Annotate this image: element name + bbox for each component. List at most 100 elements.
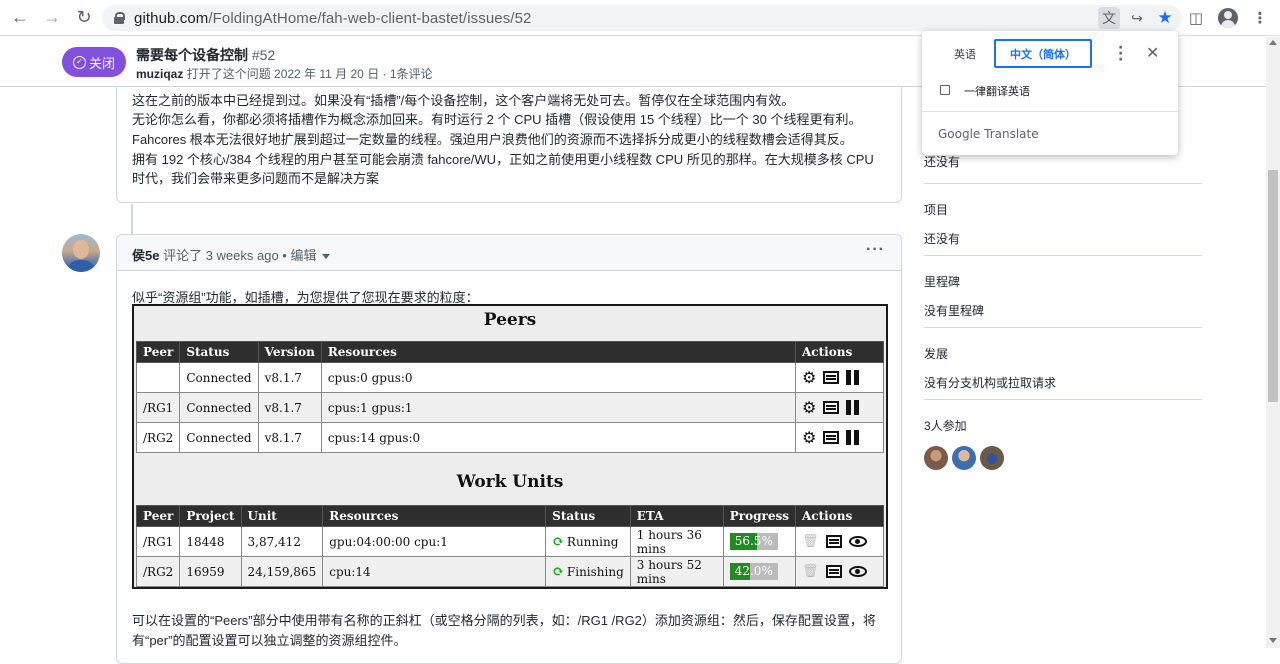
resources-cell: gpu:04:00:00 cpu:1 [322, 526, 547, 557]
wu-header: Status [545, 505, 631, 527]
lock-icon[interactable] [114, 12, 125, 24]
scroll-up-icon[interactable] [1269, 40, 1277, 45]
always-translate-checkbox[interactable] [940, 85, 950, 95]
eye-icon[interactable] [848, 566, 867, 577]
divider [924, 255, 1202, 256]
reload-icon[interactable]: ↻ [72, 6, 96, 30]
table-row: /RG1 18448 3,87,412 gpu:04:00:00 cpu:1 ⟳… [135, 526, 884, 557]
development-heading[interactable]: 发展 [924, 345, 1202, 362]
comment-header: 侯5e 评论了 3 weeks ago • 编辑 ··· [117, 235, 901, 271]
google-translate-logo: Google Translate [938, 127, 1039, 141]
peers-title: Peers [483, 310, 537, 330]
translate-icon[interactable]: 文 [1098, 7, 1120, 29]
eta-cell: 3 hours 52 mins [629, 556, 724, 587]
comment-author[interactable]: 侯5e [132, 248, 159, 263]
gear-icon[interactable]: ⚙ [802, 429, 816, 446]
peer-cell: /RG2 [135, 422, 181, 453]
pause-icon[interactable] [846, 430, 860, 445]
tab-target-language[interactable]: 中文（简体） [994, 39, 1092, 68]
log-icon[interactable] [825, 565, 842, 578]
participant-avatar[interactable] [952, 446, 976, 470]
wu-header: Progress [722, 505, 797, 527]
refresh-icon: ⟳ [552, 533, 564, 550]
peers-header: Status [179, 341, 259, 363]
side-panel-icon[interactable]: ◫ [1186, 7, 1206, 29]
scroll-down-icon[interactable] [1269, 638, 1277, 643]
url-text[interactable]: github.com/FoldingAtHome/fah-web-client-… [134, 10, 531, 27]
actions-cell: ⚙ [795, 362, 884, 393]
status-cell: Connected [179, 362, 259, 393]
actions-cell: ⚙ [795, 392, 884, 423]
wu-header: Project [179, 505, 242, 527]
pause-icon[interactable] [846, 400, 860, 415]
forward-icon[interactable]: → [40, 6, 64, 30]
bookmark-star-icon[interactable]: ★ [1154, 7, 1176, 29]
pause-icon[interactable] [846, 370, 860, 385]
peers-header: Actions [795, 341, 884, 363]
milestone-value: 没有里程碑 [924, 304, 985, 318]
log-icon[interactable] [823, 431, 840, 444]
chevron-down-icon[interactable] [322, 254, 331, 260]
comment-outro: 可以在设置的“Peers”部分中使用带有名称的正斜杠（或空格分隔的列表，如：/R… [132, 613, 876, 648]
refresh-icon: ⟳ [552, 563, 564, 580]
issue-author[interactable]: muziqaz [136, 67, 183, 81]
peer-cell [135, 362, 181, 393]
progress-cell: 42.0% [722, 556, 797, 587]
gear-icon[interactable]: ⚙ [802, 399, 816, 416]
first-comment-body: 这在之前的版本中已经提到过。如果没有“插槽”/每个设备控制，这个客户端将无处可去… [116, 87, 902, 203]
log-icon[interactable] [823, 401, 840, 414]
participant-avatar[interactable] [980, 446, 1004, 470]
address-bar[interactable]: github.com/FoldingAtHome/fah-web-client-… [102, 5, 1182, 31]
menu-kebab-icon[interactable]: ⋮ [1250, 7, 1270, 29]
peers-header: Peer [135, 341, 181, 363]
log-icon[interactable] [825, 535, 842, 548]
issue-meta: muziqaz 打开了这个问题 2022 年 11 月 20 日 · 1条评论 [136, 67, 433, 81]
table-row: /RG2 16959 24,159,865 cpu:14 ⟳ Finishing … [135, 556, 884, 587]
issue-state-badge: ✓ 关闭 [62, 47, 126, 77]
wu-header: ETA [629, 505, 724, 527]
work-units-title: Work Units [456, 472, 564, 492]
participant-avatar[interactable] [924, 446, 948, 470]
version-cell: v8.1.7 [257, 422, 322, 453]
comment-line: Fahcores 根本无法很好地扩展到超过一定数量的线程。强迫用户浪费他们的资源… [132, 132, 853, 147]
unit-cell: 3,87,412 [240, 526, 324, 557]
gear-icon[interactable]: ⚙ [802, 369, 816, 386]
comment-line: 这在之前的版本中已经提到过。如果没有“插槽”/每个设备控制，这个客户端将无处可去… [132, 93, 795, 108]
resources-cell: cpus:0 gpus:0 [320, 362, 797, 393]
timeline-line [131, 204, 133, 234]
milestone-heading[interactable]: 里程碑 [924, 273, 1202, 290]
comment-line: 无论你怎么看，你都必须将插槽作为概念添加回来。有时运行 2 个 CPU 插槽（假… [132, 112, 862, 127]
project-link[interactable]: 16959 [179, 556, 242, 587]
second-comment: 侯5e 评论了 3 weeks ago • 编辑 ··· 似乎“资源组”功能，如… [116, 234, 902, 664]
progress-bar: 42.0% [729, 563, 778, 580]
log-icon[interactable] [823, 371, 840, 384]
menu-kebab-icon[interactable]: · · · [1118, 41, 1123, 67]
close-icon[interactable]: ✕ [1146, 43, 1159, 62]
work-units-table: Peer Project Unit Resources Status ETA P… [135, 505, 884, 587]
projects-value: 还没有 [924, 232, 961, 246]
more-options-icon[interactable]: ··· [866, 241, 885, 259]
trash-icon[interactable]: 🗑 [802, 534, 819, 549]
actions-cell: 🗑 [795, 526, 884, 557]
divider [924, 399, 1202, 400]
always-translate-label[interactable]: 一律翻译英语 [964, 83, 1030, 99]
issue-title[interactable]: 需要每个设备控制 #52 [136, 45, 275, 65]
comment-line: 时代，我们会带来更多问题而不是解决方案 [132, 171, 380, 186]
version-cell: v8.1.7 [257, 392, 322, 423]
fah-screenshot: Peers Peer Status Version Resources Acti… [132, 304, 888, 589]
divider [924, 183, 1202, 184]
resources-cell: cpu:14 [322, 556, 547, 587]
scrollbar-thumb[interactable] [1268, 170, 1278, 402]
tab-source-language[interactable]: 英语 [936, 39, 994, 68]
project-link[interactable]: 18448 [179, 526, 242, 557]
back-icon[interactable]: ← [8, 6, 32, 30]
peer-cell: /RG1 [135, 392, 181, 423]
share-icon[interactable]: ↪ [1126, 7, 1148, 29]
commenter-avatar[interactable] [62, 234, 100, 272]
comment-meta[interactable]: 评论了 3 weeks ago • 编辑 [163, 248, 316, 263]
participants-heading: 3人参加 [924, 419, 967, 433]
eye-icon[interactable] [848, 536, 867, 547]
trash-icon[interactable]: 🗑 [802, 564, 819, 579]
profile-icon[interactable] [1218, 8, 1238, 28]
projects-heading[interactable]: 项目 [924, 201, 1202, 218]
